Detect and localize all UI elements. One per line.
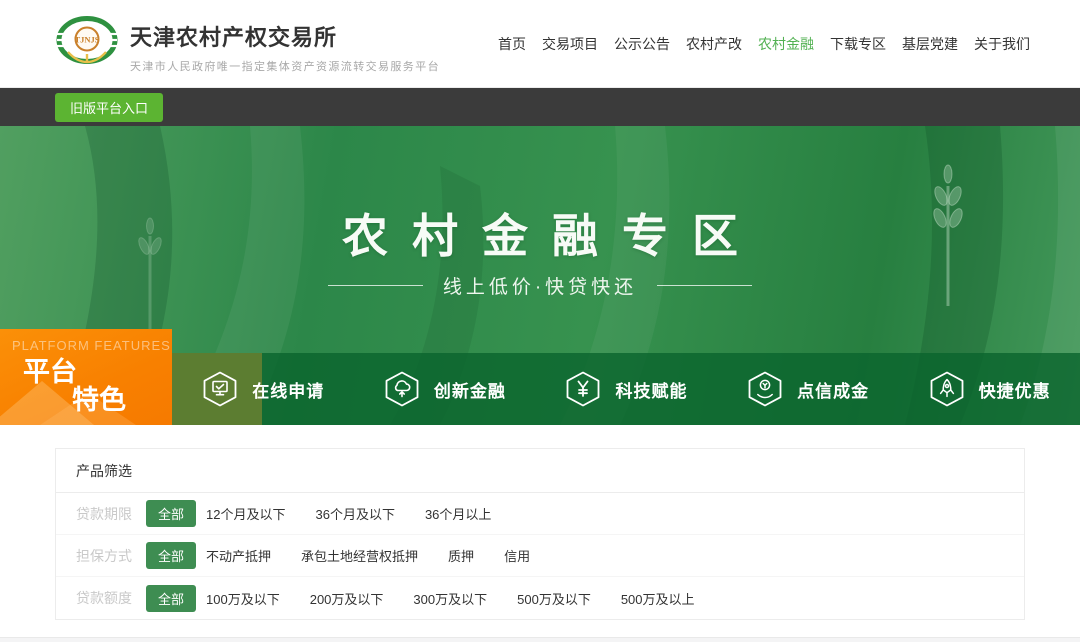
filter-option[interactable]: 质押	[448, 546, 474, 565]
hero-banner: 农村金融专区 线上低价·快贷快还 在线申请 创新金融 科技赋能 点信成金 快捷优惠 PL…	[0, 126, 1080, 425]
nav-item-trading-projects[interactable]: 交易项目	[534, 34, 606, 54]
platform-features-title-line2: 特色	[72, 386, 172, 414]
filter-rows: 贷款期限全部12个月及以下36个月及以下36个月以上担保方式全部不动产抵押承包土…	[56, 493, 1024, 619]
nav-item-downloads[interactable]: 下载专区	[822, 34, 894, 54]
filter-option[interactable]: 100万及以下	[206, 589, 280, 608]
feature-item-label: 创新金融	[434, 377, 506, 402]
nav-item-party-building[interactable]: 基层党建	[894, 34, 966, 54]
bottom-spacer	[0, 620, 1080, 637]
product-filter-card: 产品筛选 贷款期限全部12个月及以下36个月及以下36个月以上担保方式全部不动产…	[55, 448, 1025, 620]
platform-features-label-block: PLATFORM FEATURES 平台 特色	[0, 329, 172, 425]
main-nav: 首页交易项目公示公告农村产改农村金融下载专区基层党建关于我们	[490, 0, 1038, 88]
filter-card-title: 产品筛选	[56, 449, 1024, 493]
feature-item-online-apply[interactable]: 在线申请	[172, 353, 354, 425]
coin-hand-icon	[746, 370, 784, 408]
feature-item-label: 在线申请	[252, 377, 324, 402]
footer-bar	[0, 637, 1080, 642]
platform-features-eyebrow: PLATFORM FEATURES	[12, 338, 172, 353]
feature-item-label: 科技赋能	[615, 377, 687, 402]
svg-text:TJNJS: TJNJS	[74, 35, 99, 45]
subtitle-right-rule	[657, 285, 752, 286]
site-logo[interactable]: TJNJS 天津农村产权交易所 天津市人民政府唯一指定集体资产资源流转交易服务平…	[55, 14, 440, 77]
site-subtitle: 天津市人民政府唯一指定集体资产资源流转交易服务平台	[130, 58, 440, 74]
hero-subtitle: 线上低价·快贷快还	[443, 272, 637, 299]
feature-item-credit-to-gold[interactable]: 点信成金	[717, 353, 899, 425]
nav-item-rural-reform[interactable]: 农村产改	[678, 34, 750, 54]
cloud-finance-icon	[383, 370, 421, 408]
feature-item-quick-discount[interactable]: 快捷优惠	[898, 353, 1080, 425]
nav-item-about-us[interactable]: 关于我们	[966, 34, 1038, 54]
subtitle-left-rule	[328, 285, 423, 286]
logo-text-block: 天津农村产权交易所 天津市人民政府唯一指定集体资产资源流转交易服务平台	[130, 14, 440, 74]
hero-title: 农村金融专区	[0, 200, 1080, 266]
platform-features-title-line1: 平台	[23, 358, 172, 386]
main-content: 产品筛选 贷款期限全部12个月及以下36个月及以下36个月以上担保方式全部不动产…	[0, 448, 1080, 642]
feature-item-tech-empowerment[interactable]: 科技赋能	[535, 353, 717, 425]
filter-row-loan-term: 贷款期限全部 12个月及以下 36个月及以下 36个月以上	[56, 493, 1024, 535]
monitor-check-icon	[201, 370, 239, 408]
nav-item-rural-finance[interactable]: 农村金融	[750, 34, 822, 54]
logo-emblem-icon: TJNJS	[55, 14, 119, 77]
filter-option[interactable]: 500万及以下	[517, 589, 591, 608]
filter-label-loan-amount: 贷款额度	[76, 588, 140, 608]
hero-subtitle-row: 线上低价·快贷快还	[0, 272, 1080, 299]
filter-option[interactable]: 36个月及以下	[315, 504, 394, 523]
feature-item-label: 点信成金	[797, 377, 869, 402]
filter-option[interactable]: 36个月以上	[425, 504, 491, 523]
filter-options-loan-amount: 100万及以下 200万及以下 300万及以下 500万及以下 500万及以上	[206, 589, 695, 608]
filter-options-loan-term: 12个月及以下 36个月及以下 36个月以上	[206, 504, 491, 523]
filter-row-loan-amount: 贷款额度全部 100万及以下 200万及以下 300万及以下 500万及以下 500万及以…	[56, 577, 1024, 619]
filter-option[interactable]: 200万及以下	[310, 589, 384, 608]
nav-item-public-notices[interactable]: 公示公告	[606, 34, 678, 54]
feature-item-label: 快捷优惠	[979, 377, 1051, 402]
filter-option[interactable]: 300万及以下	[413, 589, 487, 608]
nav-item-home[interactable]: 首页	[490, 34, 534, 54]
yen-icon	[564, 370, 602, 408]
secondary-topbar: 旧版平台入口	[0, 88, 1080, 126]
filter-label-guarantee-type: 担保方式	[76, 546, 140, 566]
old-platform-entry-button[interactable]: 旧版平台入口	[55, 93, 163, 122]
filter-option[interactable]: 信用	[504, 546, 530, 565]
rocket-icon	[928, 370, 966, 408]
feature-item-innovative-finance[interactable]: 创新金融	[354, 353, 536, 425]
filter-option[interactable]: 不动产抵押	[206, 546, 271, 565]
filter-option[interactable]: 承包土地经营权抵押	[301, 546, 418, 565]
platform-features-bar: 在线申请 创新金融 科技赋能 点信成金 快捷优惠	[172, 353, 1080, 425]
filter-label-loan-term: 贷款期限	[76, 504, 140, 524]
filter-options-guarantee-type: 不动产抵押 承包土地经营权抵押 质押 信用	[206, 546, 530, 565]
filter-guarantee-type-all-button[interactable]: 全部	[146, 542, 196, 569]
site-title: 天津农村产权交易所	[130, 20, 440, 52]
filter-option[interactable]: 500万及以上	[621, 589, 695, 608]
filter-option[interactable]: 12个月及以下	[206, 504, 285, 523]
filter-loan-amount-all-button[interactable]: 全部	[146, 585, 196, 612]
filter-loan-term-all-button[interactable]: 全部	[146, 500, 196, 527]
site-header: TJNJS 天津农村产权交易所 天津市人民政府唯一指定集体资产资源流转交易服务平…	[0, 0, 1080, 88]
filter-row-guarantee-type: 担保方式全部不动产抵押 承包土地经营权抵押 质押 信用	[56, 535, 1024, 577]
